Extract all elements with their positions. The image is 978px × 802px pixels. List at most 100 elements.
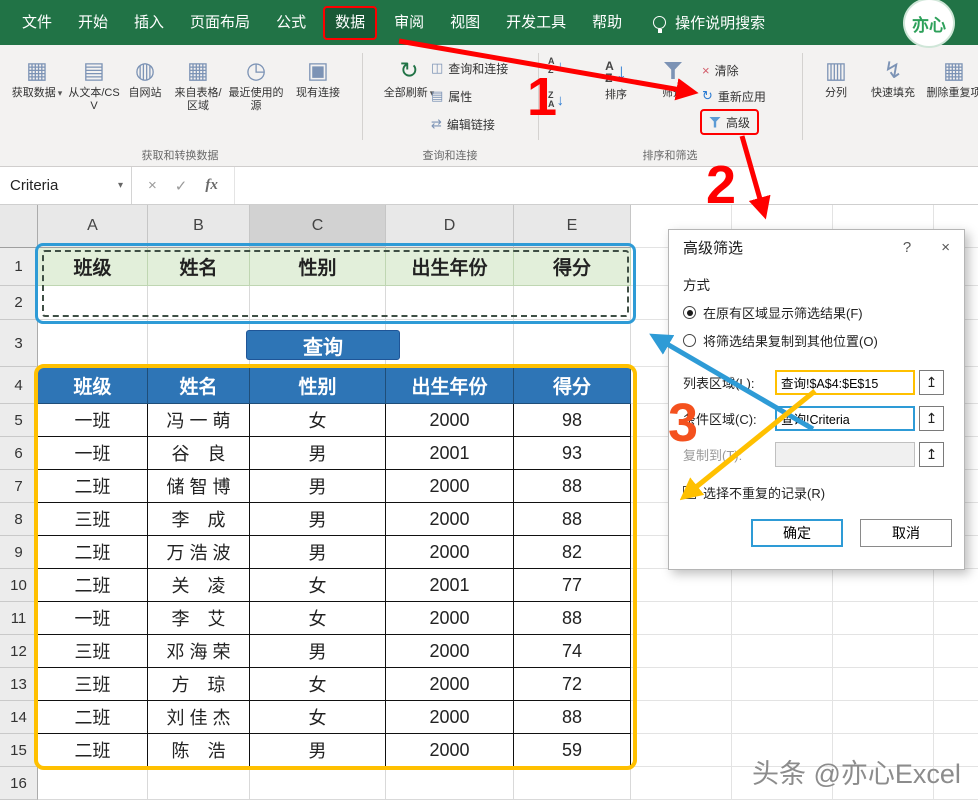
cell-A12[interactable]: 三班 — [38, 635, 148, 668]
column-header-A[interactable]: A — [38, 205, 148, 248]
cell-B2[interactable] — [148, 286, 250, 320]
cell-C15[interactable]: 男 — [250, 734, 386, 767]
cell-D10[interactable]: 2001 — [386, 569, 514, 602]
sort-ascending-button[interactable]: AZ ↓ — [548, 53, 564, 79]
close-icon[interactable]: × — [941, 239, 950, 256]
row-header-4[interactable]: 4 — [0, 367, 38, 404]
cell-D7[interactable]: 2000 — [386, 470, 514, 503]
tab-page-layout[interactable]: 页面布局 — [177, 0, 263, 45]
cell-A6[interactable]: 一班 — [38, 437, 148, 470]
row-header-9[interactable]: 9 — [0, 536, 38, 569]
range-picker-icon[interactable]: ↥ — [919, 370, 944, 395]
recent-sources-button[interactable]: ◷ 最近使用的源 — [228, 49, 284, 149]
cell-E4[interactable]: 得分 — [514, 367, 631, 404]
sort-descending-button[interactable]: AZ ↓ — [548, 87, 564, 113]
row-header-3[interactable]: 3 — [0, 320, 38, 367]
cell-E7[interactable]: 88 — [514, 470, 631, 503]
row-header-14[interactable]: 14 — [0, 701, 38, 734]
from-text-csv-button[interactable]: ▤ 从文本/CSV — [68, 49, 120, 149]
cell-A5[interactable]: 一班 — [38, 404, 148, 437]
filter-button[interactable]: 筛选 — [648, 49, 698, 149]
sort-button[interactable]: AZ ↓ 排序 — [588, 49, 644, 149]
row-header-12[interactable]: 12 — [0, 635, 38, 668]
list-range-input[interactable] — [775, 370, 915, 395]
tab-formulas[interactable]: 公式 — [263, 0, 319, 45]
cell-E12[interactable]: 74 — [514, 635, 631, 668]
cell-D9[interactable]: 2000 — [386, 536, 514, 569]
clear-filter-button[interactable]: × 清除 — [702, 57, 739, 83]
from-web-button[interactable]: ◍ 自网站 — [122, 49, 168, 149]
cell-C13[interactable]: 女 — [250, 668, 386, 701]
cell-E15[interactable]: 59 — [514, 734, 631, 767]
row-header-10[interactable]: 10 — [0, 569, 38, 602]
ok-button[interactable]: 确定 — [751, 519, 843, 547]
cell-B4[interactable]: 姓名 — [148, 367, 250, 404]
cell-D4[interactable]: 出生年份 — [386, 367, 514, 404]
cell-D8[interactable]: 2000 — [386, 503, 514, 536]
formula-input[interactable] — [235, 167, 978, 204]
cell-A9[interactable]: 二班 — [38, 536, 148, 569]
cell-A3[interactable] — [38, 320, 148, 367]
cell-C6[interactable]: 男 — [250, 437, 386, 470]
cancel-entry-icon[interactable]: × — [148, 177, 157, 194]
cell-D15[interactable]: 2000 — [386, 734, 514, 767]
column-header-D[interactable]: D — [386, 205, 514, 248]
text-to-columns-button[interactable]: ▥ 分列 — [812, 49, 860, 149]
from-table-range-button[interactable]: ▦ 来自表格/区域 — [170, 49, 226, 149]
range-picker-icon[interactable]: ↥ — [919, 406, 944, 431]
query-macro-button[interactable]: 查询 — [246, 330, 400, 360]
cell-C11[interactable]: 女 — [250, 602, 386, 635]
cell-A14[interactable]: 二班 — [38, 701, 148, 734]
cell-C7[interactable]: 男 — [250, 470, 386, 503]
dialog-titlebar[interactable]: 高级筛选 ? × — [669, 230, 964, 264]
remove-duplicates-button[interactable]: ▦ 删除重复项 — [926, 49, 978, 149]
cell-E11[interactable]: 88 — [514, 602, 631, 635]
cell-A4[interactable]: 班级 — [38, 367, 148, 404]
edit-links-button[interactable]: ⇄ 编辑链接 — [431, 111, 495, 137]
tab-insert[interactable]: 插入 — [121, 0, 177, 45]
cell-B9[interactable]: 万 浩 波 — [148, 536, 250, 569]
existing-connections-button[interactable]: ▣ 现有连接 — [292, 49, 344, 149]
cancel-button[interactable]: 取消 — [860, 519, 952, 547]
column-header-E[interactable]: E — [514, 205, 631, 248]
cell-A10[interactable]: 二班 — [38, 569, 148, 602]
insert-function-icon[interactable]: fx — [205, 177, 218, 194]
cell-D5[interactable]: 2000 — [386, 404, 514, 437]
column-header-B[interactable]: B — [148, 205, 250, 248]
row-header-7[interactable]: 7 — [0, 470, 38, 503]
cell-E1[interactable]: 得分 — [514, 248, 631, 286]
help-icon[interactable]: ? — [903, 239, 911, 256]
name-box[interactable]: Criteria ▾ — [0, 167, 132, 204]
cell-E16[interactable] — [514, 767, 631, 800]
tab-file[interactable]: 文件 — [0, 0, 65, 45]
column-header-C[interactable]: C — [250, 205, 386, 248]
row-header-2[interactable]: 2 — [0, 286, 38, 320]
cell-C5[interactable]: 女 — [250, 404, 386, 437]
cell-C12[interactable]: 男 — [250, 635, 386, 668]
confirm-entry-icon[interactable]: ✓ — [175, 177, 188, 195]
cell-A8[interactable]: 三班 — [38, 503, 148, 536]
unique-records-checkbox[interactable]: 选择不重复的记录(R) — [683, 483, 952, 502]
row-header-16[interactable]: 16 — [0, 767, 38, 800]
cell-E9[interactable]: 82 — [514, 536, 631, 569]
cell-B8[interactable]: 李 成 — [148, 503, 250, 536]
cell-D12[interactable]: 2000 — [386, 635, 514, 668]
cell-B10[interactable]: 关 凌 — [148, 569, 250, 602]
cell-A2[interactable] — [38, 286, 148, 320]
cell-E10[interactable]: 77 — [514, 569, 631, 602]
cell-D11[interactable]: 2000 — [386, 602, 514, 635]
radio-copy-to-location[interactable]: 将筛选结果复制到其他位置(O) — [683, 331, 952, 350]
row-header-13[interactable]: 13 — [0, 668, 38, 701]
cell-A1[interactable]: 班级 — [38, 248, 148, 286]
cell-D14[interactable]: 2000 — [386, 701, 514, 734]
tab-help[interactable]: 帮助 — [579, 0, 635, 45]
cell-B16[interactable] — [148, 767, 250, 800]
cell-B15[interactable]: 陈 浩 — [148, 734, 250, 767]
row-header-6[interactable]: 6 — [0, 437, 38, 470]
cell-E8[interactable]: 88 — [514, 503, 631, 536]
cell-B7[interactable]: 储 智 博 — [148, 470, 250, 503]
cell-C8[interactable]: 男 — [250, 503, 386, 536]
cell-E14[interactable]: 88 — [514, 701, 631, 734]
cell-E6[interactable]: 93 — [514, 437, 631, 470]
cell-B13[interactable]: 方 琼 — [148, 668, 250, 701]
